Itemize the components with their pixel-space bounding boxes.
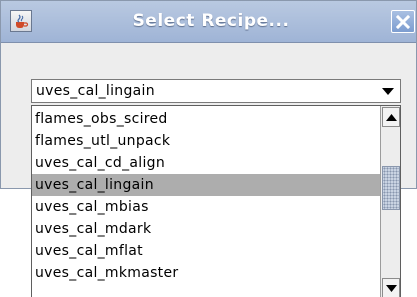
vertical-scrollbar[interactable] [380, 106, 400, 297]
window-title: Select Recipe... [132, 11, 290, 31]
close-icon [396, 15, 410, 29]
scroll-up-button[interactable] [382, 107, 400, 127]
title-bar[interactable]: Select Recipe... [1, 1, 416, 43]
list-item[interactable]: uves_cal_mkmaster [32, 262, 380, 284]
close-button[interactable] [391, 10, 415, 33]
list-item-selected[interactable]: uves_cal_lingain [32, 174, 380, 196]
list-item[interactable]: uves_cal_cd_align [32, 152, 380, 174]
arrow-down-icon [386, 285, 397, 292]
arrow-up-icon [386, 114, 397, 121]
scroll-down-button[interactable] [382, 278, 400, 297]
list-item[interactable]: flames_utl_unpack [32, 130, 380, 152]
scrollbar-thumb[interactable] [382, 166, 400, 210]
list-item[interactable]: flames_obs_scired [32, 108, 380, 130]
list-item[interactable]: uves_cal_mflat [32, 240, 380, 262]
recipe-combo-box[interactable]: uves_cal_lingain [31, 79, 401, 103]
java-cup-icon [10, 10, 32, 32]
list-item[interactable]: uves_cal_mbias [32, 196, 380, 218]
chevron-down-icon [382, 88, 394, 95]
combo-selected-value: uves_cal_lingain [36, 83, 155, 99]
recipe-dropdown-list[interactable]: flames_obs_scired flames_utl_unpack uves… [31, 105, 401, 297]
list-item[interactable]: uves_cal_mdark [32, 218, 380, 240]
